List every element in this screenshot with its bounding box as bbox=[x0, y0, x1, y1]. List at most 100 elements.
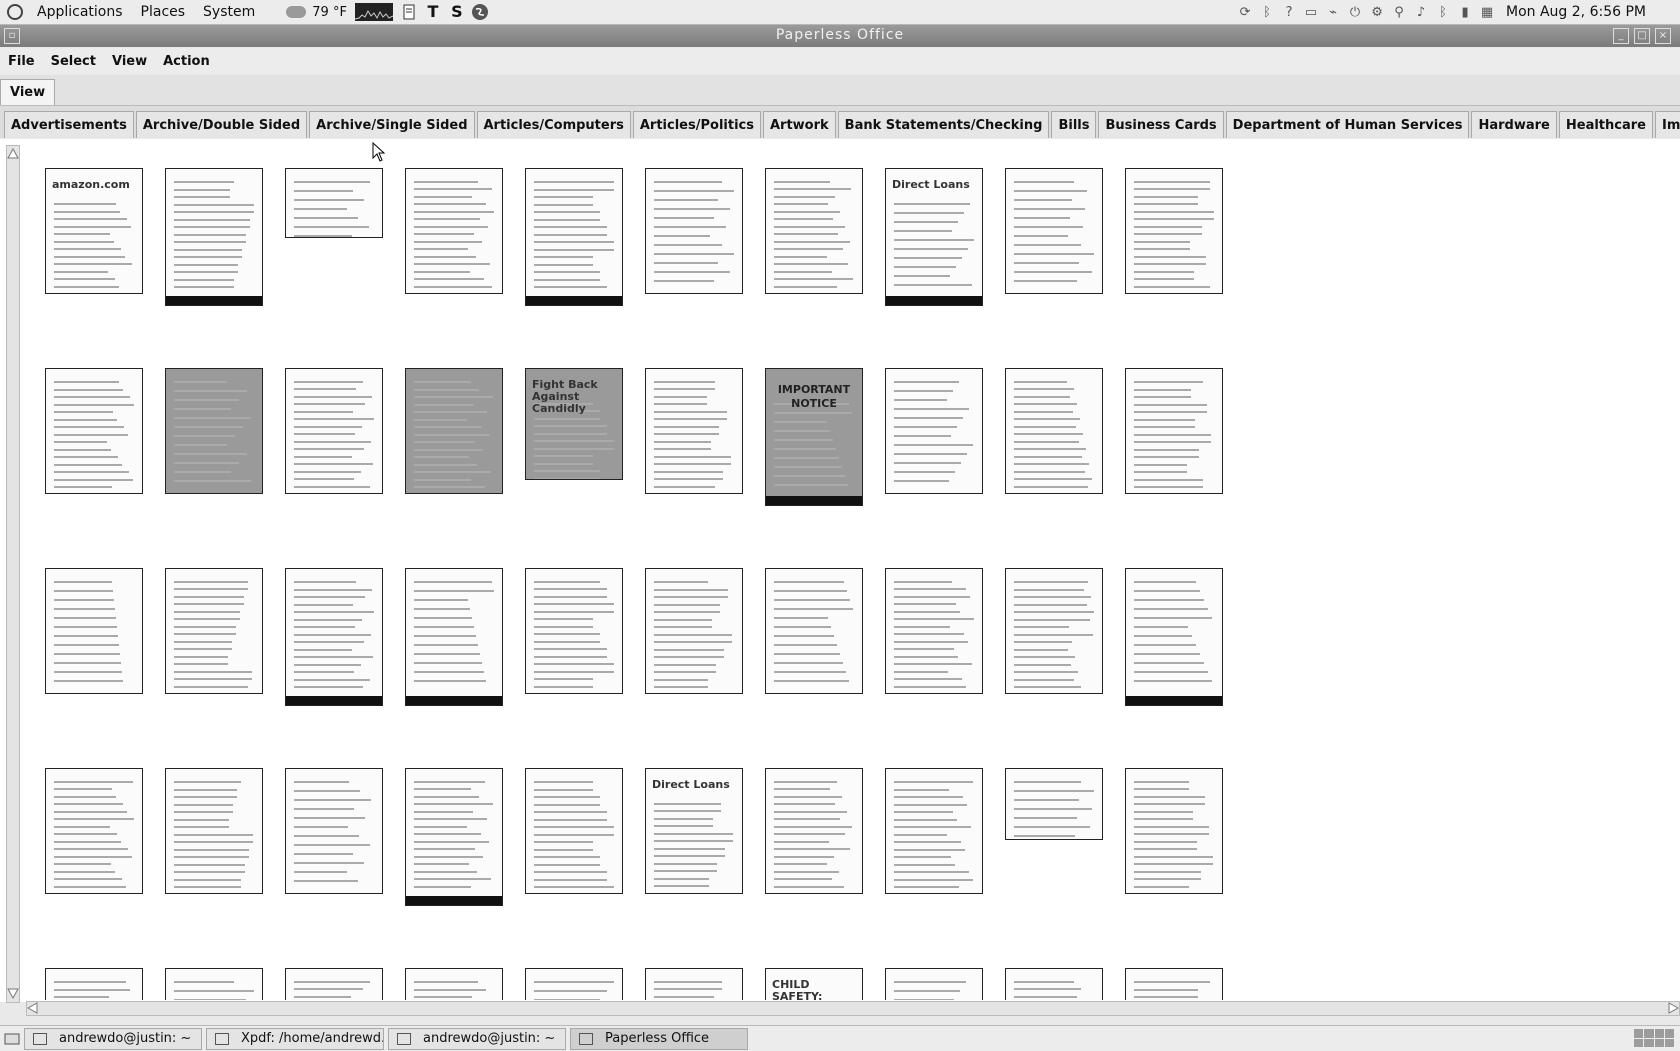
taskbar-button[interactable]: Xpdf: /home/andrewd... bbox=[206, 1027, 384, 1050]
panel-clock[interactable]: Mon Aug 2, 6:56 PM bbox=[1506, 4, 1646, 20]
document-thumbnail[interactable] bbox=[765, 568, 863, 694]
tab-important[interactable]: Important bbox=[1654, 111, 1680, 138]
workspace-switcher[interactable] bbox=[1634, 1029, 1674, 1047]
document-thumbnail[interactable] bbox=[765, 168, 863, 294]
document-thumbnail[interactable] bbox=[405, 368, 503, 494]
document-thumbnail[interactable] bbox=[1125, 968, 1223, 1000]
bluetooth-icon[interactable]: ᛒ bbox=[1258, 3, 1276, 21]
document-thumbnail[interactable] bbox=[645, 368, 743, 494]
workspace-4[interactable] bbox=[1664, 1029, 1674, 1038]
document-thumbnail[interactable] bbox=[405, 968, 503, 1000]
gnome-foot-icon[interactable] bbox=[6, 3, 24, 21]
settings-gear-icon[interactable]: ⚙ bbox=[1368, 3, 1386, 21]
document-thumbnail[interactable]: Direct Loans bbox=[885, 168, 983, 306]
tab-archive-single-sided[interactable]: Archive/Single Sided bbox=[309, 111, 475, 138]
document-thumbnail[interactable] bbox=[285, 368, 383, 494]
workspace-5[interactable] bbox=[1634, 1038, 1644, 1047]
tab-hardware[interactable]: Hardware bbox=[1471, 111, 1557, 138]
horizontal-scrollbar[interactable] bbox=[26, 1001, 1680, 1016]
document-thumbnail[interactable] bbox=[1005, 568, 1103, 694]
maximize-icon[interactable]: □ bbox=[1634, 28, 1650, 44]
menu-view[interactable]: View bbox=[104, 54, 155, 69]
document-thumbnail[interactable] bbox=[525, 968, 623, 1000]
sync-icon[interactable]: ⟳ bbox=[1236, 3, 1254, 21]
tab-articles-computers[interactable]: Articles/Computers bbox=[476, 111, 631, 138]
document-thumbnail[interactable] bbox=[165, 368, 263, 494]
document-thumbnail[interactable] bbox=[405, 168, 503, 294]
bluetooth-status-icon[interactable]: ᛒ bbox=[1434, 3, 1452, 21]
clipboard-icon[interactable]: ▭ bbox=[1302, 3, 1320, 21]
document-thumbnail[interactable] bbox=[45, 968, 143, 1000]
menu-select[interactable]: Select bbox=[43, 54, 104, 69]
document-thumbnail[interactable] bbox=[1005, 368, 1103, 494]
document-thumbnail[interactable]: CHILD SAFETY: bbox=[765, 968, 863, 1000]
document-thumbnail[interactable] bbox=[765, 768, 863, 894]
taskbar-button[interactable]: andrewdo@justin: ~ bbox=[24, 1027, 202, 1050]
document-thumbnail[interactable] bbox=[1005, 968, 1103, 1000]
tab-department-of-human-services[interactable]: Department of Human Services bbox=[1225, 111, 1470, 138]
system-monitor-graph[interactable] bbox=[354, 3, 393, 21]
calendar-icon[interactable]: ▦ bbox=[1478, 3, 1496, 21]
help-icon[interactable]: ? bbox=[1280, 3, 1298, 21]
document-thumbnail[interactable] bbox=[1125, 768, 1223, 894]
workspace-8[interactable] bbox=[1664, 1038, 1674, 1047]
document-thumbnail[interactable] bbox=[885, 768, 983, 894]
document-thumbnail[interactable] bbox=[165, 968, 263, 1000]
weather-applet[interactable]: 79 °F bbox=[286, 5, 347, 20]
scroll-right-icon[interactable] bbox=[1667, 1002, 1679, 1014]
document-thumbnail[interactable] bbox=[285, 768, 383, 894]
document-thumbnail[interactable] bbox=[885, 568, 983, 694]
document-thumbnail[interactable] bbox=[645, 168, 743, 294]
document-thumbnail[interactable] bbox=[45, 568, 143, 694]
document-thumbnail[interactable] bbox=[285, 968, 383, 1000]
tab-view[interactable]: View bbox=[0, 79, 56, 105]
document-thumbnail[interactable] bbox=[285, 168, 383, 238]
workspace-6[interactable] bbox=[1644, 1038, 1654, 1047]
document-launcher-icon[interactable] bbox=[401, 4, 417, 20]
menu-file[interactable]: File bbox=[0, 54, 43, 69]
document-thumbnail[interactable]: Direct Loans bbox=[645, 768, 743, 894]
tab-bank-statements-checking[interactable]: Bank Statements/Checking bbox=[837, 111, 1050, 138]
window-title-bar[interactable]: ▫ Paperless Office _ □ × bbox=[0, 25, 1680, 47]
volume-icon[interactable]: ♪ bbox=[1412, 3, 1430, 21]
tab-bills[interactable]: Bills bbox=[1051, 111, 1097, 138]
show-desktop-icon[interactable] bbox=[4, 1031, 20, 1047]
tab-business-cards[interactable]: Business Cards bbox=[1098, 111, 1224, 138]
document-thumbnail[interactable] bbox=[405, 568, 503, 706]
document-thumbnail[interactable] bbox=[885, 968, 983, 1000]
scroll-left-icon[interactable] bbox=[27, 1002, 39, 1014]
document-thumbnail[interactable] bbox=[45, 768, 143, 894]
applications-menu[interactable]: Applications bbox=[28, 4, 132, 20]
workspace-7[interactable] bbox=[1654, 1038, 1664, 1047]
document-thumbnail[interactable] bbox=[1125, 368, 1223, 494]
document-thumbnail[interactable] bbox=[525, 168, 623, 306]
document-thumbnail[interactable] bbox=[165, 768, 263, 894]
network-icon[interactable]: ⌁ bbox=[1324, 3, 1342, 21]
document-thumbnail[interactable] bbox=[1125, 568, 1223, 706]
document-thumbnail[interactable] bbox=[165, 568, 263, 694]
document-thumbnail[interactable]: amazon.com bbox=[45, 168, 143, 294]
document-thumbnail[interactable]: Fight Back Against Candidly bbox=[525, 368, 623, 480]
tab-articles-politics[interactable]: Articles/Politics bbox=[632, 111, 761, 138]
document-thumbnail[interactable] bbox=[525, 768, 623, 894]
workspace-1[interactable] bbox=[1634, 1029, 1644, 1038]
document-thumbnail[interactable] bbox=[285, 568, 383, 706]
taskbar-button[interactable]: andrewdo@justin: ~ bbox=[388, 1027, 566, 1050]
places-menu[interactable]: Places bbox=[132, 4, 195, 20]
scroll-down-icon[interactable] bbox=[7, 988, 19, 1000]
document-thumbnail[interactable] bbox=[1005, 168, 1103, 294]
document-thumbnail[interactable] bbox=[1005, 768, 1103, 840]
document-thumbnail[interactable] bbox=[885, 368, 983, 494]
document-thumbnail[interactable] bbox=[405, 768, 503, 906]
power-icon[interactable]: ⏻ bbox=[1346, 3, 1364, 21]
tomboy-launcher[interactable]: T bbox=[425, 4, 441, 20]
document-thumbnail[interactable] bbox=[165, 168, 263, 306]
scroll-up-icon[interactable] bbox=[7, 148, 19, 160]
vertical-scrollbar[interactable] bbox=[6, 145, 20, 1003]
tab-archive-double-sided[interactable]: Archive/Double Sided bbox=[135, 111, 308, 138]
close-icon[interactable]: × bbox=[1655, 28, 1671, 44]
document-thumbnail[interactable] bbox=[645, 968, 743, 1000]
tab-healthcare[interactable]: Healthcare bbox=[1558, 111, 1653, 138]
document-thumbnail[interactable] bbox=[1125, 168, 1223, 294]
workspace-3[interactable] bbox=[1654, 1029, 1664, 1038]
